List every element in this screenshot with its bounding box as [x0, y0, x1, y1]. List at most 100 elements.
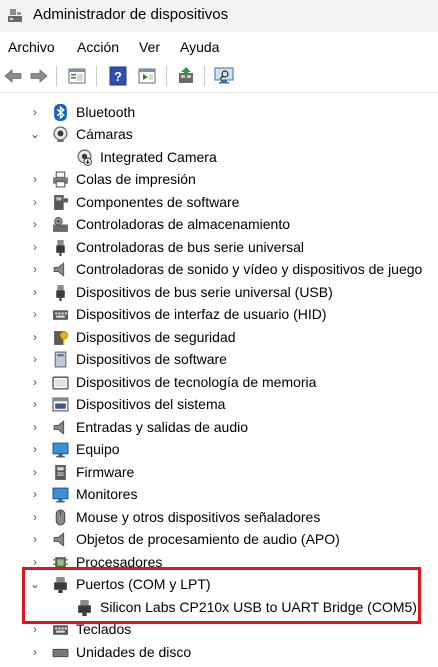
tree-item-bluetooth[interactable]: › Bluetooth: [0, 101, 438, 123]
usb-plug-icon: [56, 240, 65, 256]
chevron-right-icon[interactable]: ›: [29, 191, 41, 213]
tree-item-controladoras-de-bus-serie-universal[interactable]: › Controladoras de bus serie universal: [0, 236, 438, 258]
tree-item-mouse[interactable]: › Mouse y otros dispositivos señaladores: [0, 506, 438, 528]
menu-ver[interactable]: Ver: [139, 38, 160, 56]
tree-item-puertos[interactable]: ⌄ Puertos (COM y LPT): [0, 573, 438, 595]
tree-item-label: Silicon Labs CP210x USB to UART Bridge (…: [100, 599, 417, 615]
tree-item-controladoras-de-sonido[interactable]: › Controladoras de sonido y vídeo y disp…: [0, 258, 438, 280]
chevron-right-icon[interactable]: ›: [29, 258, 41, 280]
tree-item-colas-de-impresion[interactable]: › Colas de impresión: [0, 168, 438, 190]
properties-icon[interactable]: [66, 65, 88, 87]
tree-item-label: Dispositivos de bus serie universal (USB…: [76, 284, 333, 300]
tree-item-monitores[interactable]: › Monitores: [0, 483, 438, 505]
memory-icon: [52, 376, 69, 390]
help-icon[interactable]: ?: [107, 65, 129, 87]
chevron-right-icon[interactable]: ›: [29, 303, 41, 325]
tree-item-label: Controladoras de almacenamiento: [76, 216, 291, 232]
chevron-right-icon[interactable]: ›: [29, 326, 41, 348]
tree-item-label: Procesadores: [76, 554, 163, 570]
chevron-down-icon[interactable]: ⌄: [29, 123, 41, 145]
tree-item-silicon-labs-cp210x[interactable]: Silicon Labs CP210x USB to UART Bridge (…: [0, 596, 438, 618]
chevron-down-icon[interactable]: ⌄: [29, 573, 41, 595]
menu-ayuda[interactable]: Ayuda: [180, 38, 219, 56]
run-icon[interactable]: [136, 65, 158, 87]
back-arrow-icon[interactable]: [2, 65, 24, 87]
chevron-right-icon[interactable]: ›: [29, 168, 41, 190]
tree-item-entradas-y-salidas-de-audio[interactable]: › Entradas y salidas de audio: [0, 416, 438, 438]
speaker-icon: [53, 420, 65, 435]
chevron-right-icon[interactable]: ›: [29, 236, 41, 258]
tree-item-label: Mouse y otros dispositivos señaladores: [76, 509, 321, 525]
disk-drive-icon: [52, 648, 69, 658]
chevron-right-icon[interactable]: ›: [29, 281, 41, 303]
chevron-right-icon[interactable]: ›: [29, 213, 41, 235]
tree-item-integrated-camera[interactable]: Integrated Camera: [0, 146, 438, 168]
chevron-right-icon[interactable]: ›: [29, 416, 41, 438]
tree-item-label: Dispositivos de interfaz de usuario (HID…: [76, 306, 327, 322]
camera-icon: [53, 126, 68, 142]
tree-item-apo[interactable]: › Objetos de procesamiento de audio (APO…: [0, 528, 438, 550]
tree-item-label: Colas de impresión: [76, 171, 196, 187]
tree-item-camaras[interactable]: ⌄ Cámaras: [0, 123, 438, 145]
chevron-right-icon[interactable]: ›: [29, 551, 41, 573]
window-title: Administrador de dispositivos: [33, 6, 229, 23]
puzzle-icon: [54, 195, 68, 210]
tree-item-firmware[interactable]: › Firmware: [0, 461, 438, 483]
port-icon: [54, 577, 67, 593]
chevron-right-icon[interactable]: ›: [29, 438, 41, 460]
chevron-right-icon[interactable]: ›: [29, 506, 41, 528]
scan-hardware-icon[interactable]: [213, 65, 235, 87]
tree-item-unidades-de-disco[interactable]: › Unidades de disco: [0, 641, 438, 663]
tree-item-dispositivos-usb[interactable]: › Dispositivos de bus serie universal (U…: [0, 281, 438, 303]
chevron-right-icon[interactable]: ›: [29, 483, 41, 505]
tree-item-label: Entradas y salidas de audio: [76, 419, 248, 435]
tree-item-dispositivos-del-sistema[interactable]: › Dispositivos del sistema: [0, 393, 438, 415]
tree-item-procesadores[interactable]: › Procesadores: [0, 551, 438, 573]
menu-bar: Archivo Acción Ver Ayuda: [0, 32, 438, 60]
printer-icon: [53, 171, 68, 188]
chevron-right-icon[interactable]: ›: [29, 393, 41, 415]
system-folder-icon: [52, 397, 69, 412]
monitor-icon: [52, 487, 69, 503]
toolbar-separator: [96, 66, 97, 86]
tree-item-label: Dispositivos de tecnología de memoria: [76, 374, 317, 390]
chevron-right-icon[interactable]: ›: [29, 461, 41, 483]
tree-item-label: Dispositivos de software: [76, 351, 227, 367]
tree-item-componentes-de-software[interactable]: › Componentes de software: [0, 191, 438, 213]
chevron-right-icon[interactable]: ›: [29, 371, 41, 393]
tree-item-teclados[interactable]: › Teclados: [0, 618, 438, 640]
security-key-icon: [54, 331, 68, 345]
tree-item-label: Bluetooth: [76, 104, 136, 120]
tree-item-controladoras-de-almacenamiento[interactable]: › Controladoras de almacenamiento: [0, 213, 438, 235]
tree-item-label: Controladoras de bus serie universal: [76, 239, 305, 255]
tree-item-label: Objetos de procesamiento de audio (APO): [76, 531, 340, 547]
tree-item-equipo[interactable]: › Equipo: [0, 438, 438, 460]
tree-item-dispositivos-de-seguridad[interactable]: › Dispositivos de seguridad: [0, 326, 438, 348]
chevron-right-icon[interactable]: ›: [29, 528, 41, 550]
menu-accion[interactable]: Acción: [77, 38, 119, 56]
tree-item-label: Puertos (COM y LPT): [76, 576, 211, 592]
device-tree: › Bluetooth ⌄ Cámaras Integrated Camera …: [0, 100, 438, 667]
tree-item-hid[interactable]: › Dispositivos de interfaz de usuario (H…: [0, 303, 438, 325]
chevron-right-icon[interactable]: ›: [29, 101, 41, 123]
tree-item-dispositivos-de-software[interactable]: › Dispositivos de software: [0, 348, 438, 370]
tree-item-label: Firmware: [76, 464, 135, 480]
toolbar-separator: [204, 66, 205, 86]
keyboard-icon: [53, 625, 68, 635]
chevron-right-icon[interactable]: ›: [29, 618, 41, 640]
chevron-right-icon[interactable]: ›: [29, 641, 41, 663]
tree-item-label: Dispositivos de seguridad: [76, 329, 236, 345]
tree-item-tecnologia-de-memoria[interactable]: › Dispositivos de tecnología de memoria: [0, 371, 438, 393]
svg-text:?: ?: [114, 69, 122, 84]
tree-item-label: Teclados: [76, 621, 132, 637]
storage-controller-icon: [53, 217, 68, 232]
menu-archivo[interactable]: Archivo: [8, 38, 55, 56]
update-driver-icon[interactable]: [175, 65, 197, 87]
chevron-right-icon[interactable]: ›: [29, 348, 41, 370]
keyboard-icon: [53, 310, 68, 320]
forward-arrow-icon[interactable]: [28, 65, 50, 87]
port-icon: [78, 600, 91, 616]
toolbar: ?: [0, 60, 438, 93]
mouse-icon: [55, 509, 66, 526]
speaker-icon: [53, 262, 65, 277]
